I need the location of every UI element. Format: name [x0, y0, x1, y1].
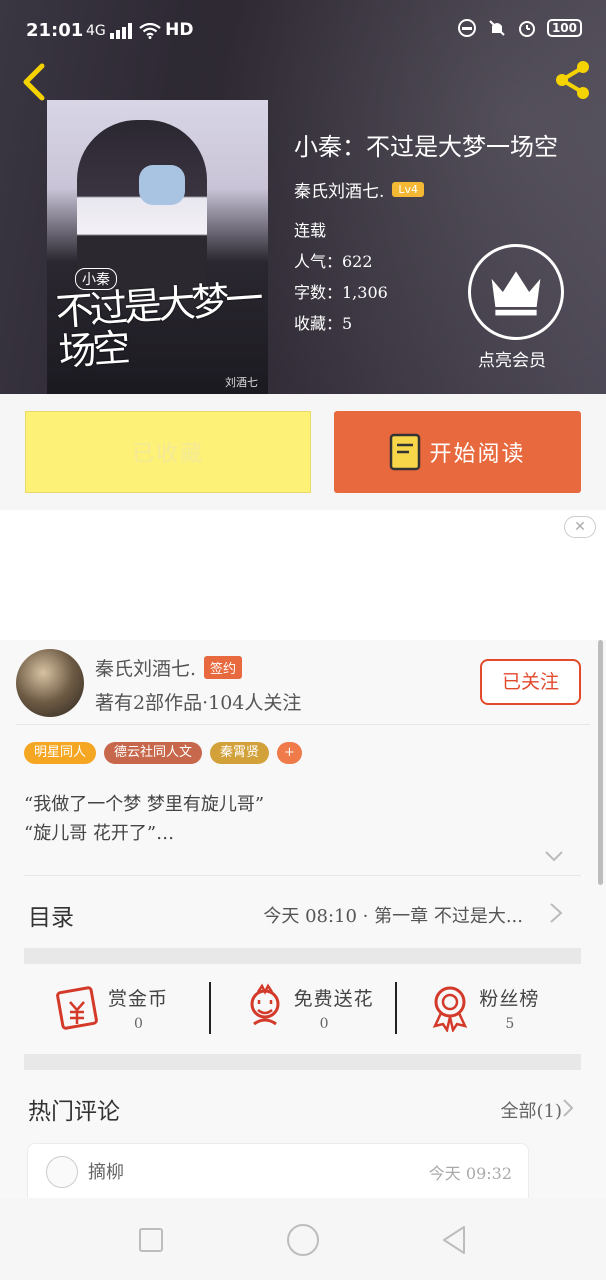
- tag-pill[interactable]: 明星同人: [24, 742, 97, 764]
- tag-list: 明星同人 德云社同人文 秦霄贤 +: [24, 742, 302, 764]
- start-reading-label: 开始阅读: [429, 442, 526, 467]
- cover-title-art: 不过是大梦一场空: [54, 276, 261, 375]
- book-author[interactable]: 秦氏刘酒七.: [294, 177, 384, 202]
- cover-signature: 刘酒七: [225, 376, 258, 389]
- action-bar: 已收藏 开始阅读: [0, 394, 606, 510]
- cover-face-mask: [139, 165, 185, 205]
- status-bar: 21:01 4G HD 100: [0, 0, 606, 60]
- book-popularity: 人气：622: [294, 252, 373, 271]
- section-separator: [24, 1054, 581, 1070]
- book-favorites: 收藏：5: [294, 314, 353, 333]
- author-name[interactable]: 秦氏刘酒七.: [95, 654, 196, 681]
- network-label: HD: [165, 20, 194, 40]
- intro-line: “旋儿哥 花开了”…: [24, 823, 175, 844]
- book-author-line: 秦氏刘酒七. Lv4: [294, 177, 425, 202]
- home-button[interactable]: [287, 1224, 319, 1256]
- signal-indicator: 4G HD: [86, 20, 193, 40]
- signed-badge: 签约: [204, 656, 243, 679]
- divider: [24, 875, 581, 876]
- author-name-row: 秦氏刘酒七. 签约: [95, 654, 243, 681]
- book-icon: [390, 433, 421, 471]
- book-intro[interactable]: “我做了一个梦 梦里有旋儿哥” “旋儿哥 花开了”…: [24, 790, 264, 848]
- reward-value: 0: [319, 1016, 329, 1032]
- book-status: 连载: [294, 221, 327, 240]
- dnd-icon: [457, 19, 476, 37]
- book-detail-page: 21:01 4G HD 100 小秦 不过是大梦一场空 刘酒七 小秦：不过是大梦…: [0, 0, 606, 1280]
- chevron-right-icon[interactable]: [562, 1098, 574, 1118]
- tag-pill[interactable]: 秦霄贤: [210, 742, 270, 764]
- book-header: 21:01 4G HD 100 小秦 不过是大梦一场空 刘酒七 小秦：不过是大梦…: [0, 0, 606, 394]
- signal-icon: [110, 23, 133, 39]
- tag-pill[interactable]: 德云社同人文: [104, 742, 203, 764]
- reward-divider: [209, 982, 211, 1034]
- favorited-button[interactable]: 已收藏: [25, 411, 311, 493]
- vip-label[interactable]: 点亮会员: [478, 346, 546, 371]
- share-icon[interactable]: [550, 58, 594, 102]
- book-title: 小秦：不过是大梦一场空: [294, 133, 558, 161]
- book-cover[interactable]: 小秦 不过是大梦一场空 刘酒七: [47, 100, 268, 394]
- medal-icon: [433, 986, 468, 1032]
- reward-divider: [395, 982, 397, 1034]
- reward-bar: 赏金币 0 免费送花 0 粉丝榜 5: [24, 962, 581, 1052]
- chevron-right-icon: [550, 903, 563, 923]
- table-of-contents-row[interactable]: 目录 今天 08:10 · 第一章 不过是大...: [24, 888, 581, 938]
- signal-label: 4G: [86, 23, 106, 39]
- crown-icon[interactable]: [468, 244, 564, 340]
- toc-label: 目录: [28, 905, 74, 931]
- add-tag-button[interactable]: +: [277, 742, 302, 764]
- commenter-avatar[interactable]: [46, 1156, 78, 1188]
- commenter-name[interactable]: 摘柳: [88, 1158, 124, 1184]
- scrollbar[interactable]: [598, 640, 603, 885]
- level-badge: Lv4: [392, 182, 425, 197]
- divider: [16, 724, 590, 725]
- flower-icon: [250, 983, 280, 1026]
- reward-value: 5: [505, 1016, 515, 1032]
- author-section: 秦氏刘酒七. 签约 著有2部作品·104人关注 已关注 明星同人 德云社同人文 …: [0, 640, 606, 1280]
- reward-label: 免费送花: [293, 988, 374, 1010]
- author-avatar[interactable]: [16, 649, 84, 717]
- comment-time: 今天 09:32: [428, 1164, 512, 1183]
- reward-fans[interactable]: 粉丝榜 5: [395, 962, 581, 1052]
- battery-indicator: 100: [546, 19, 582, 37]
- ad-banner: ✕: [0, 510, 606, 640]
- chevron-down-icon[interactable]: [544, 850, 564, 862]
- author-stats: 著有2部作品·104人关注: [95, 692, 302, 714]
- wifi-icon: [138, 22, 161, 39]
- favorited-label: 已收藏: [131, 442, 204, 467]
- reward-flowers[interactable]: 免费送花 0: [210, 962, 396, 1052]
- mute-icon: [489, 20, 505, 36]
- intro-line: “我做了一个梦 梦里有旋儿哥”: [24, 794, 265, 815]
- system-nav-bar: [0, 1198, 606, 1280]
- start-reading-button[interactable]: 开始阅读: [334, 411, 581, 493]
- status-icons: 100: [457, 18, 582, 38]
- follow-button[interactable]: 已关注: [480, 659, 581, 705]
- status-time: 21:01: [26, 20, 84, 41]
- all-comments-link[interactable]: 全部(1): [501, 1097, 563, 1123]
- reward-label: 赏金币: [108, 988, 169, 1010]
- ad-close-button[interactable]: ✕: [564, 516, 596, 538]
- reward-value: 0: [134, 1016, 143, 1032]
- book-word-count: 字数：1,306: [294, 283, 388, 302]
- back-arrow-icon[interactable]: [16, 60, 52, 104]
- back-triangle-icon[interactable]: [440, 1224, 468, 1256]
- reward-coins[interactable]: 赏金币 0: [24, 962, 210, 1052]
- recent-apps-button[interactable]: [139, 1228, 163, 1252]
- alarm-icon: [518, 21, 535, 37]
- red-envelope-icon: [56, 986, 98, 1030]
- reward-label: 粉丝榜: [479, 988, 540, 1010]
- latest-chapter: 今天 08:10 · 第一章 不过是大...: [263, 906, 523, 927]
- hot-comments-title: 热门评论: [28, 1099, 120, 1125]
